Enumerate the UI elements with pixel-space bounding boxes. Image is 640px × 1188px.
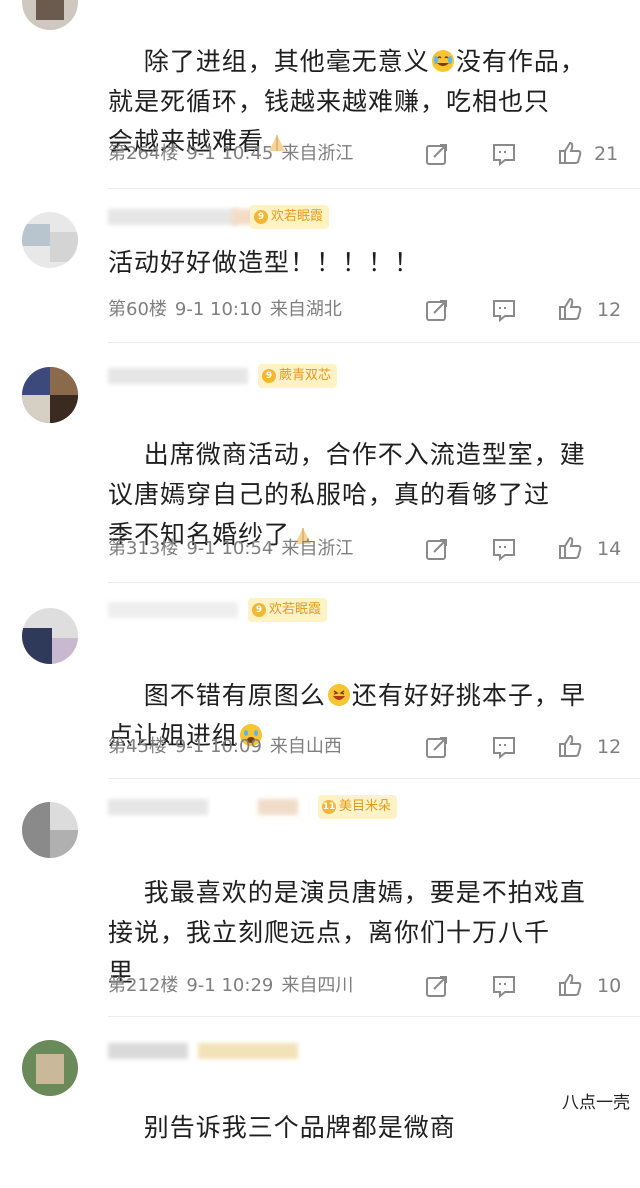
comment-icon[interactable] [491, 141, 517, 167]
laugh-cry-emoji-icon [431, 45, 455, 72]
divider [108, 1016, 640, 1017]
like-icon[interactable] [557, 972, 583, 998]
comment-text: 除了进组，其他毫无意义 没有作品， 就是死循环，钱越来越难赚，吃相也只 会越来越难看 [108, 45, 586, 156]
laugh-emoji-icon [327, 679, 351, 706]
fan-badge[interactable]: 9 欢若眠霞 [250, 205, 330, 229]
username-row[interactable]: 9 欢若眠霞 [108, 203, 368, 231]
fan-badge[interactable]: 9 蕨青双芯 [258, 364, 338, 388]
avatar[interactable] [22, 1040, 78, 1096]
comment-meta: 第45楼 9-1 10:09 来自山西 [108, 736, 342, 757]
fan-level-icon: 9 [254, 210, 268, 224]
divider [108, 342, 640, 343]
like-count: 14 [597, 538, 622, 560]
username-row[interactable]: 11 美目米朵 [108, 793, 398, 821]
divider [108, 582, 640, 583]
comment-text: 活动好好做造型！！！！！ [108, 248, 421, 277]
like-count: 12 [597, 736, 622, 758]
share-icon[interactable] [424, 734, 450, 760]
comment-meta: 第264楼 9-1 10:45 来自浙江 [108, 143, 354, 164]
share-icon[interactable] [424, 973, 450, 999]
comment-text: 我最喜欢的是演员唐嫣，要是不拍戏直 接说，我立刻爬远点，离你们十万八千里 [108, 878, 586, 987]
comment-icon[interactable] [491, 536, 517, 562]
like-count: 10 [597, 975, 622, 997]
comment-icon[interactable] [491, 734, 517, 760]
username-row[interactable]: 9 欢若眠霞 [108, 596, 368, 624]
fan-badge[interactable]: 9 欢若眠霞 [248, 598, 328, 622]
comment-meta: 第212楼 9-1 10:29 来自四川 [108, 975, 354, 996]
comment-meta: 第60楼 9-1 10:10 来自湖北 [108, 299, 342, 320]
avatar[interactable] [22, 367, 78, 423]
like-count: 12 [597, 299, 622, 321]
comment-text: 图不错有原图么 还有好好挑本子，早 点让姐进组 [108, 679, 586, 750]
share-icon[interactable] [424, 536, 450, 562]
comment-meta: 第313楼 9-1 10:54 来自浙江 [108, 538, 354, 559]
share-icon[interactable] [424, 141, 450, 167]
avatar[interactable] [22, 0, 78, 30]
like-icon[interactable] [557, 296, 583, 322]
username-row[interactable]: 9 蕨青双芯 [108, 362, 368, 390]
comment-text: 别告诉我三个品牌都是微商 [143, 1113, 456, 1142]
fan-badge[interactable]: 11 美目米朵 [318, 795, 398, 819]
avatar[interactable] [22, 212, 78, 268]
comment-icon[interactable] [491, 297, 517, 323]
like-icon[interactable] [557, 733, 583, 759]
avatar[interactable] [22, 608, 78, 664]
avatar[interactable] [22, 802, 78, 858]
divider [108, 188, 640, 189]
share-icon[interactable] [424, 297, 450, 323]
fan-level-icon: 9 [252, 603, 266, 617]
divider [108, 778, 640, 779]
fan-level-icon: 9 [262, 369, 276, 383]
watermark: 八点一壳 [556, 1086, 636, 1115]
like-icon[interactable] [557, 535, 583, 561]
username-row[interactable] [108, 1037, 308, 1065]
fan-level-icon: 11 [322, 800, 336, 814]
comment-icon[interactable] [491, 973, 517, 999]
like-count: 21 [594, 143, 619, 165]
comment-text: 出席微商活动，合作不入流造型室，建 议唐嫣穿自己的私服哈，真的看够了过 季不知名婚纱… [108, 440, 586, 549]
like-icon[interactable] [557, 140, 583, 166]
